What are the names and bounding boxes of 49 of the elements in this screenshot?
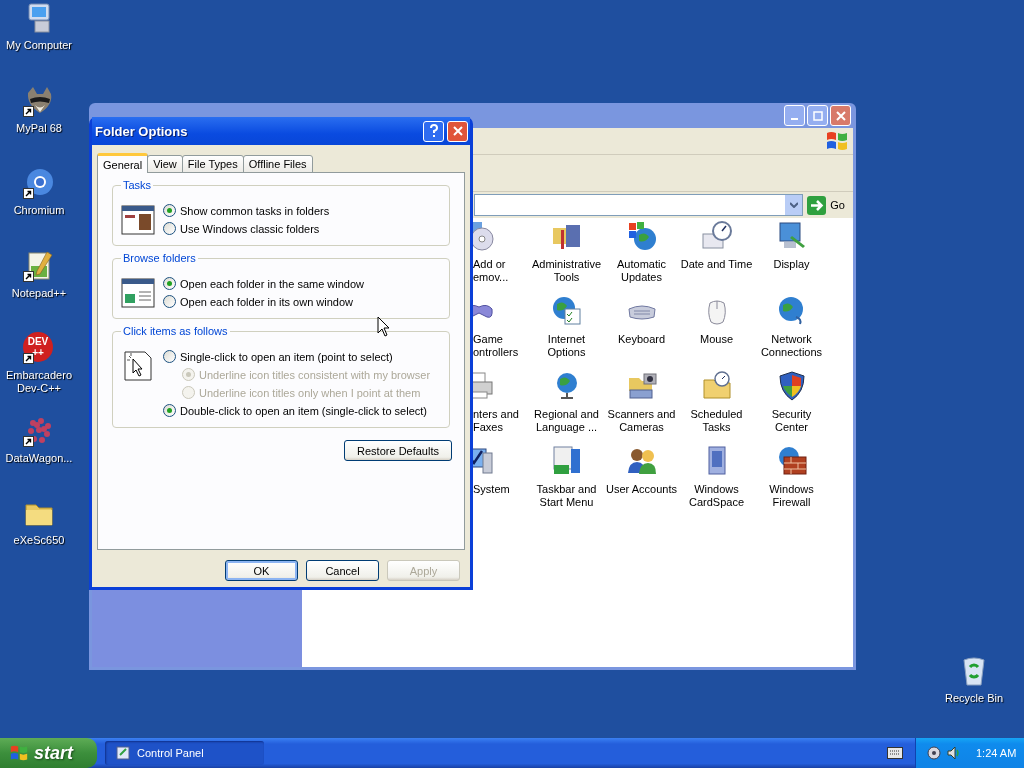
item-label[interactable]: nters and Faxes (473, 408, 519, 434)
item-label[interactable]: Game ontrollers (473, 333, 519, 359)
item-label[interactable]: Security Center (771, 408, 812, 434)
radio-label[interactable]: Double-click to open an item (single-click to select) (180, 404, 427, 417)
item-label[interactable]: Network Connections (760, 333, 823, 359)
desktop-icon-label[interactable]: MyPal 68 (16, 121, 62, 135)
desktop-icon-label[interactable]: Chromium (13, 204, 65, 217)
item-label[interactable]: User Accounts (606, 483, 677, 496)
item-label[interactable]: Windows CardSpace (688, 483, 744, 509)
item-label[interactable]: Scheduled Tasks (690, 408, 743, 434)
radio-label[interactable]: Use Windows classic folders (180, 222, 320, 235)
tab[interactable]: View (147, 155, 183, 173)
radio-label[interactable]: Open each folder in the same window (180, 277, 365, 290)
radio-label[interactable]: Single-click to open an item (point to select) (180, 350, 393, 363)
item-label[interactable]: Scanners and Cameras (607, 408, 676, 434)
desktop-icon-label[interactable]: Embarcadero Dev-C++ (5, 369, 72, 395)
radio-label[interactable]: Open each folder in its own window (180, 295, 354, 308)
tab[interactable]: File Types (181, 155, 244, 173)
group-title: Tasks (121, 179, 154, 191)
item-label[interactable]: Taskbar and Start Menu (536, 483, 597, 509)
item-label[interactable]: Windows Firewall (769, 483, 814, 509)
item-label[interactable]: Automatic Updates (617, 258, 666, 284)
item-label[interactable]: Keyboard (617, 333, 666, 346)
tab[interactable]: General (97, 153, 149, 173)
item-label[interactable]: Mouse (700, 333, 733, 346)
item-label[interactable]: Date and Time (680, 258, 753, 271)
go-button[interactable]: Go (807, 195, 845, 215)
item-label[interactable]: Administrative Tools (531, 258, 602, 284)
radio-label[interactable]: Show common tasks in folders (180, 204, 330, 217)
tab[interactable]: Offline Files (242, 155, 313, 173)
desktop-icon-label[interactable]: DataWagon... (5, 451, 73, 465)
item-label[interactable]: Display (773, 258, 810, 271)
dialog-title: Folder Options (95, 123, 189, 139)
item-label[interactable]: Internet Options (547, 333, 586, 359)
group-title: Click items as follows (121, 325, 230, 337)
restore-defaults-button[interactable]: Restore Defaults (344, 440, 452, 461)
start-button[interactable]: start (0, 738, 97, 768)
dialog-button[interactable]: Cancel (306, 560, 379, 581)
item-label[interactable]: Add or emov... (473, 258, 509, 284)
desktop-icon-label[interactable]: eXeSc650 (13, 534, 65, 547)
dialog-button[interactable]: OK (225, 560, 298, 581)
clock: 1:24 AM (976, 747, 1017, 759)
taskbar-button[interactable]: Control Panel (105, 741, 264, 765)
desktop-icon-label[interactable]: My Computer (6, 39, 72, 52)
desktop-icon-label[interactable]: Notepad++ (11, 286, 67, 300)
group-title: Browse folders (121, 252, 198, 264)
desktop-icon-label[interactable]: Recycle Bin (944, 692, 1004, 705)
item-label[interactable]: System (473, 483, 510, 496)
item-label[interactable]: Regional and Language ... (534, 408, 599, 434)
